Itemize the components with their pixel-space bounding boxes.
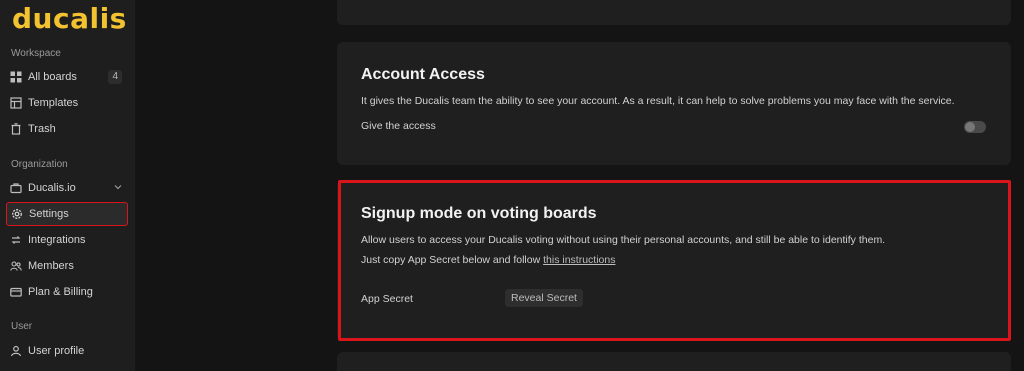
give-access-toggle[interactable] (964, 121, 986, 133)
sidebar-item-all-boards[interactable]: All boards 4 (6, 65, 128, 89)
sidebar-item-trash[interactable]: Trash (6, 117, 128, 141)
sidebar-item-label: User profile (28, 345, 85, 357)
template-icon (10, 97, 22, 109)
sidebar-item-members[interactable]: Members (6, 254, 128, 278)
sidebar-item-settings[interactable]: Settings (6, 202, 128, 226)
instructions-prefix: Just copy App Secret below and follow (361, 254, 544, 266)
sidebar-item-label: Ducalis.io (28, 182, 76, 194)
boards-count-badge: 4 (108, 70, 122, 84)
signup-mode-description: Allow users to access your Ducalis votin… (361, 234, 886, 246)
signup-mode-title: Signup mode on voting boards (361, 205, 597, 222)
sidebar-item-plan-billing[interactable]: Plan & Billing (6, 280, 128, 304)
user-section-title: User (11, 321, 33, 332)
previous-settings-card (337, 0, 1011, 25)
signup-mode-instructions: Just copy App Secret below and follow th… (361, 254, 615, 266)
trash-icon (10, 123, 22, 135)
gear-icon (11, 208, 23, 220)
account-access-description: It gives the Ducalis team the ability to… (361, 95, 955, 107)
sidebar-item-label: Plan & Billing (28, 286, 93, 298)
organization-section-title: Organization (11, 159, 68, 170)
workspace-section-title: Workspace (11, 48, 61, 59)
user-icon (10, 345, 22, 357)
sidebar: ducalis Workspace All boards 4 Templates… (0, 0, 135, 371)
sidebar-item-templates[interactable]: Templates (6, 91, 128, 115)
integrations-icon (10, 234, 22, 246)
briefcase-icon (10, 182, 22, 194)
members-icon (10, 260, 22, 272)
toggle-knob (965, 122, 975, 132)
next-settings-card (337, 352, 1011, 371)
sidebar-item-ducalis-io[interactable]: Ducalis.io (6, 176, 128, 200)
reveal-secret-button[interactable]: Reveal Secret (505, 289, 583, 307)
sidebar-item-label: Templates (28, 97, 79, 109)
grid-icon (10, 71, 22, 83)
chevron-down-icon[interactable] (114, 183, 122, 191)
app-secret-label: App Secret (361, 293, 413, 305)
billing-icon (10, 286, 22, 298)
sidebar-item-label: Settings (29, 208, 69, 220)
sidebar-item-label: Trash (28, 123, 56, 135)
account-access-card: Account Access It gives the Ducalis team… (337, 42, 1011, 165)
sidebar-item-label: Integrations (28, 234, 86, 246)
sidebar-item-label: All boards (28, 71, 77, 83)
instructions-link[interactable]: this instructions (543, 254, 615, 266)
sidebar-item-integrations[interactable]: Integrations (6, 228, 128, 252)
give-access-label: Give the access (361, 120, 436, 132)
sidebar-item-user-profile[interactable]: User profile (6, 339, 128, 363)
sidebar-item-label: Members (28, 260, 74, 272)
account-access-title: Account Access (361, 66, 485, 83)
ducalis-logo[interactable]: ducalis (12, 2, 127, 35)
signup-mode-card: Signup mode on voting boards Allow users… (337, 181, 1011, 341)
